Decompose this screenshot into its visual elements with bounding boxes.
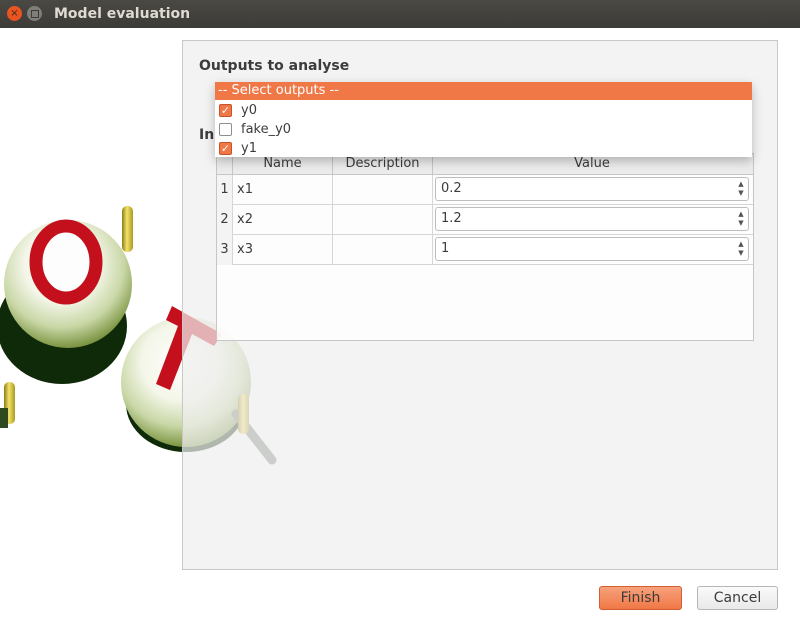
description-cell[interactable] [333, 235, 433, 265]
value-spinbox[interactable]: 0.2 ▲ ▼ [435, 177, 749, 201]
peg [122, 206, 133, 252]
name-cell[interactable]: x1 [233, 175, 333, 205]
cancel-button[interactable]: Cancel [697, 586, 778, 610]
chevron-down-icon[interactable]: ▼ [738, 189, 743, 198]
description-cell[interactable] [333, 175, 433, 205]
spin-arrows[interactable]: ▲ ▼ [734, 178, 748, 200]
finish-button[interactable]: Finish [599, 586, 682, 610]
value-spinbox-text[interactable]: 1 [441, 238, 449, 260]
outputs-dropdown[interactable]: -- Select outputs -- ✓ y0 fake_y0 ✓ y1 [215, 82, 752, 157]
inputs-table: Name Description Value 1 x1 0.2 ▲ ▼ 2 x2… [216, 153, 754, 341]
name-cell[interactable]: x2 [233, 205, 333, 235]
model-evaluation-window: × Model evaluation Outputs to analyse In… [0, 0, 800, 627]
row-number: 3 [217, 235, 233, 265]
check-icon[interactable]: ✓ [219, 142, 232, 155]
chevron-up-icon[interactable]: ▲ [738, 240, 743, 249]
chevron-up-icon[interactable]: ▲ [738, 210, 743, 219]
spin-arrows[interactable]: ▲ ▼ [734, 238, 748, 260]
dropdown-item-y1[interactable]: ✓ y1 [215, 139, 752, 158]
dropdown-item-label: fake_y0 [241, 122, 292, 137]
dropdown-item-label: y0 [241, 103, 257, 118]
value-cell: 1.2 ▲ ▼ [433, 205, 753, 235]
maximize-icon[interactable] [27, 6, 42, 21]
letter-o-mark [29, 219, 103, 305]
title-bar: × Model evaluation [0, 0, 800, 28]
value-cell: 1 ▲ ▼ [433, 235, 753, 265]
row-number: 1 [217, 175, 233, 205]
description-cell[interactable] [333, 205, 433, 235]
value-spinbox-text[interactable]: 1.2 [441, 208, 462, 230]
dropdown-item-label: y1 [241, 141, 257, 156]
check-icon[interactable]: ✓ [219, 104, 232, 117]
chevron-up-icon[interactable]: ▲ [738, 180, 743, 189]
dropdown-item-y0[interactable]: ✓ y0 [215, 101, 752, 120]
row-number: 2 [217, 205, 233, 235]
checkbox-unchecked-icon[interactable] [219, 123, 232, 136]
outputs-section-title: Outputs to analyse [199, 58, 350, 74]
value-spinbox[interactable]: 1 ▲ ▼ [435, 237, 749, 261]
value-cell: 0.2 ▲ ▼ [433, 175, 753, 205]
dropdown-header[interactable]: -- Select outputs -- [215, 82, 752, 100]
dropdown-item-fake-y0[interactable]: fake_y0 [215, 120, 752, 139]
close-icon[interactable]: × [7, 6, 22, 21]
value-spinbox[interactable]: 1.2 ▲ ▼ [435, 207, 749, 231]
spin-arrows[interactable]: ▲ ▼ [734, 208, 748, 230]
window-title: Model evaluation [54, 6, 191, 22]
table-row: 1 x1 0.2 ▲ ▼ [217, 175, 753, 205]
table-row: 3 x3 1 ▲ ▼ [217, 235, 753, 265]
chevron-down-icon[interactable]: ▼ [738, 219, 743, 228]
table-row: 2 x2 1.2 ▲ ▼ [217, 205, 753, 235]
value-spinbox-text[interactable]: 0.2 [441, 178, 462, 200]
name-cell[interactable]: x3 [233, 235, 333, 265]
chevron-down-icon[interactable]: ▼ [738, 249, 743, 258]
peg-base [0, 408, 8, 428]
